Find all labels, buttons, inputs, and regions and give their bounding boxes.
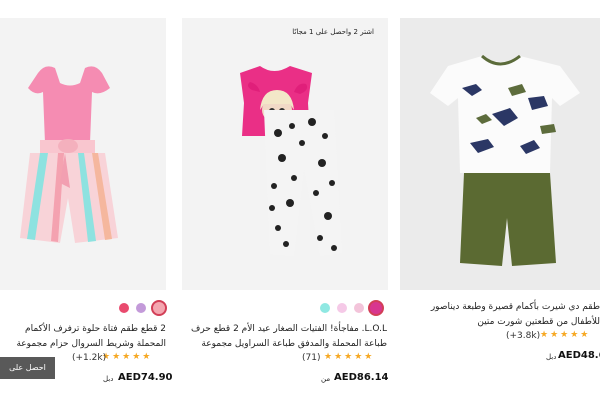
product-card-3[interactable]: طقم دي شيرت بأكمام قصيرة وطبعة ديناصور ل… — [400, 0, 600, 400]
price-1: AED74.90 — [118, 372, 173, 383]
product-image-2[interactable]: اشتر 2 واحصل على 1 مجانًا — [182, 18, 388, 290]
promo-badge-1[interactable]: احصل على خصم — [0, 357, 55, 394]
promo-label-2: اشتر 2 واحصل على 1 مجانًا — [292, 28, 374, 36]
swatch-2-1[interactable] — [320, 303, 330, 313]
product-title-2[interactable]: L.O.L. مفاجأة! الفتيات الصغار عيد الأم 2… — [182, 322, 387, 352]
swatch-1-2[interactable] — [136, 303, 146, 313]
dino-tshirt-illustration — [430, 54, 580, 266]
price-3: AED48.67 — [558, 350, 600, 361]
product-title-3[interactable]: طقم دي شيرت بأكمام قصيرة وطبعة ديناصور ل… — [400, 300, 600, 330]
color-swatches-1 — [115, 300, 170, 316]
product-image-3[interactable] — [400, 18, 600, 290]
price-prefix-3: دبل — [546, 353, 557, 361]
product-image-1[interactable] — [0, 18, 166, 290]
product-card-1[interactable]: 2 قطع طقم فتاة حلوة ترفرف الأكمام المحمل… — [0, 0, 173, 400]
rating-stars-1: ★★★★★ — [102, 352, 153, 362]
rating-stars-2: ★★★★★ — [324, 352, 375, 362]
swatch-2-4[interactable] — [368, 300, 384, 316]
lol-outfit-illustration — [240, 66, 342, 256]
product-title-1[interactable]: 2 قطع طقم فتاة حلوة ترفرف الأكمام المحمل… — [0, 322, 166, 352]
rating-stars-3: ★★★★★ — [540, 330, 591, 340]
price-prefix-1: دبل — [103, 375, 114, 383]
rating-count-2: (71) — [302, 353, 321, 363]
swatch-2-3[interactable] — [354, 303, 364, 313]
rating-count-3: (+3.8k) — [506, 331, 541, 341]
swatch-1-1[interactable] — [119, 303, 129, 313]
swatch-2-2[interactable] — [337, 303, 347, 313]
color-swatches-2 — [316, 300, 388, 316]
rating-count-1: (+1.2k) — [72, 353, 107, 363]
price-prefix-2: من — [321, 375, 331, 383]
product-card-2[interactable]: اشتر 2 واحصل على 1 مجانًا L.O.L. مفاجأة!… — [182, 0, 389, 400]
price-2: AED86.14 — [334, 372, 389, 383]
pink-romper-illustration — [20, 66, 118, 243]
swatch-1-3[interactable] — [151, 300, 167, 316]
